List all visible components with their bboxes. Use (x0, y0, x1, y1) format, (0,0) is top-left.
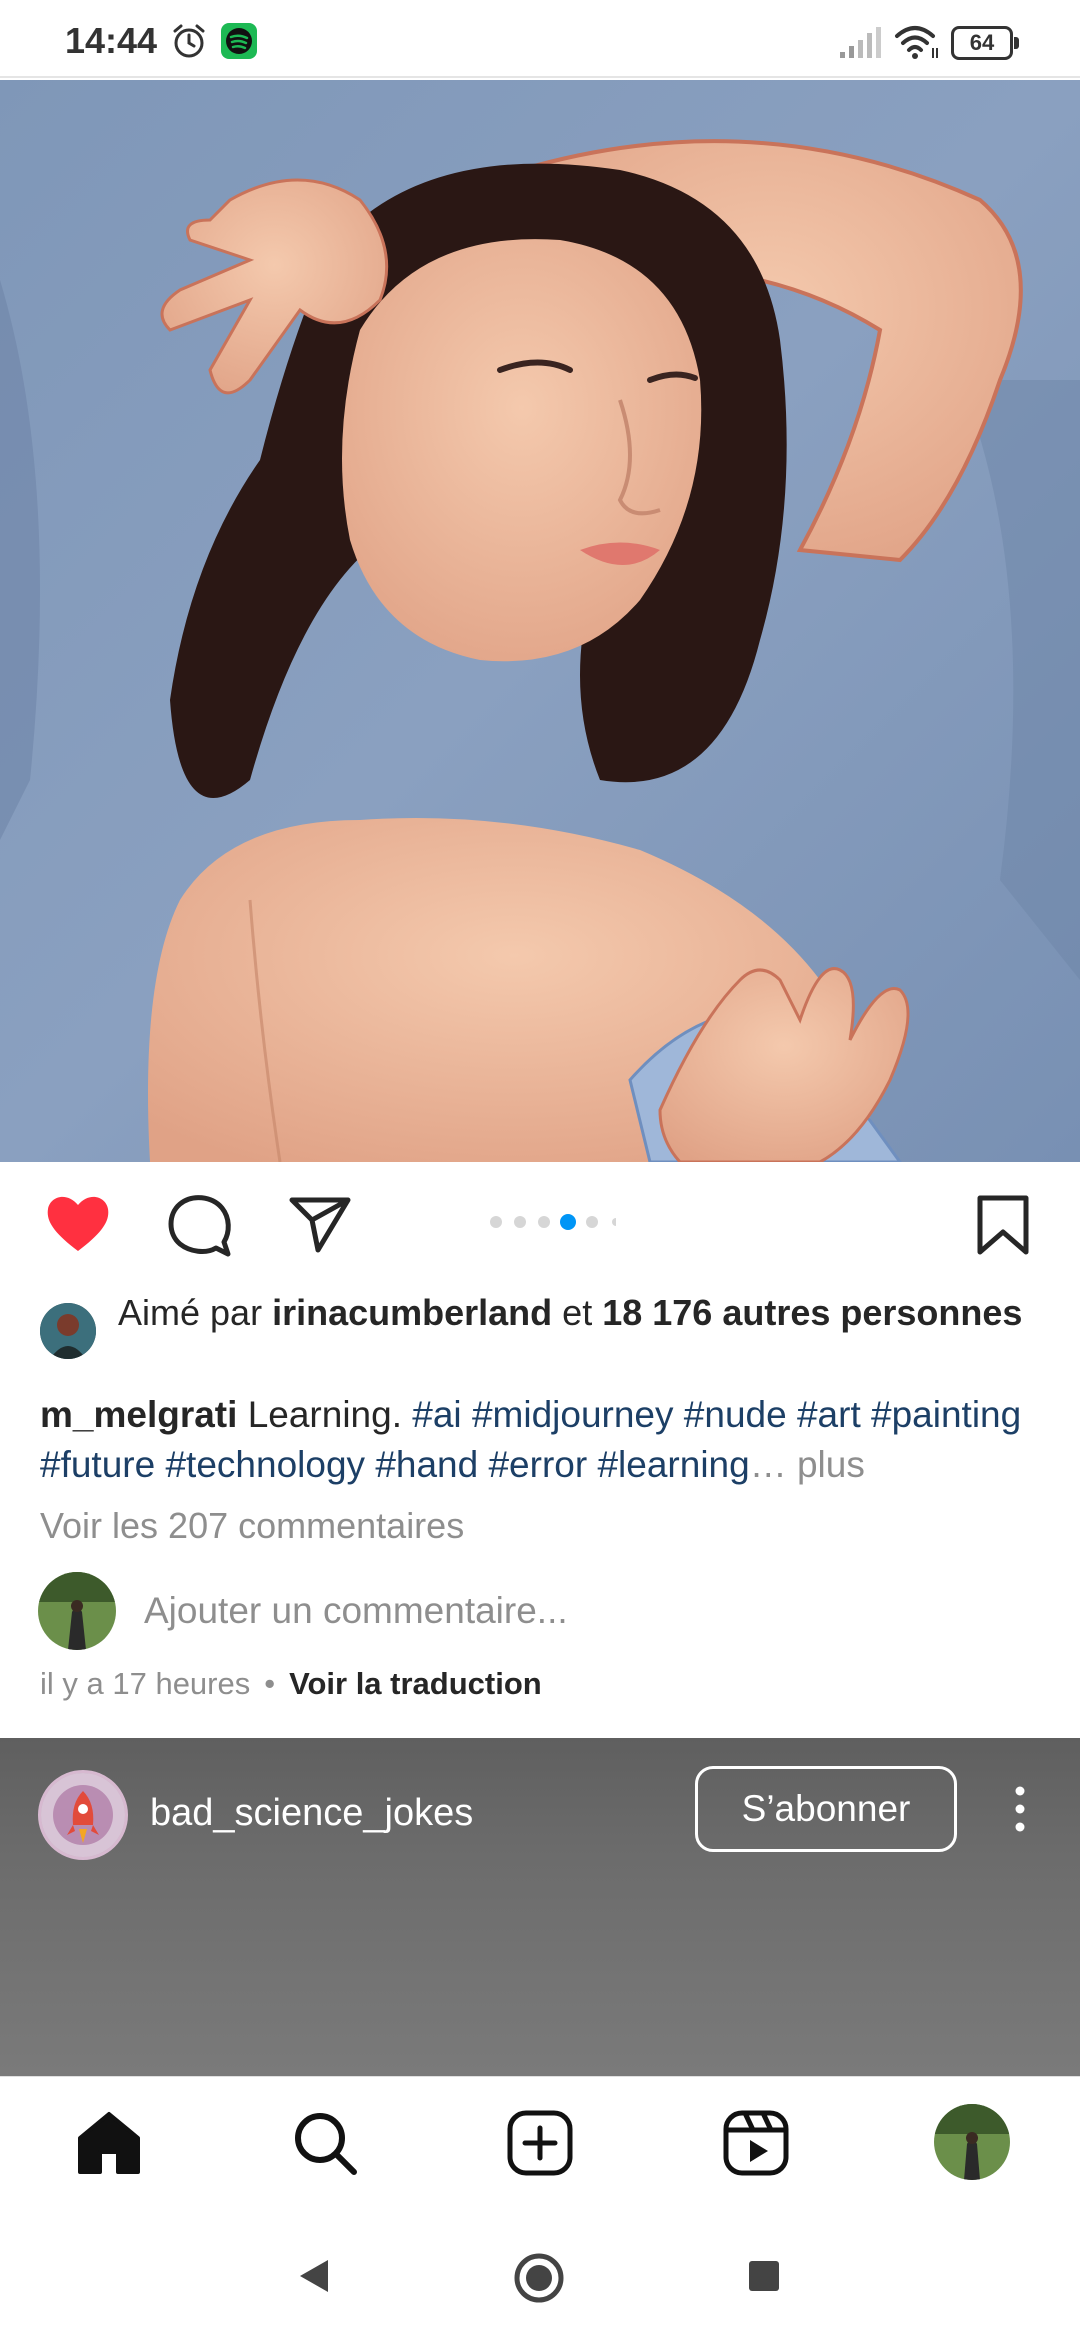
carousel-dot (490, 1216, 502, 1228)
alarm-icon (173, 24, 205, 58)
liker-avatar[interactable] (40, 1303, 96, 1359)
hashtag[interactable]: #technology (165, 1444, 365, 1485)
add-comment-input[interactable] (144, 1590, 944, 1632)
post-caption: m_melgrati Learning. #ai #midjourney #nu… (40, 1390, 1050, 1490)
hashtag[interactable]: #error (488, 1444, 587, 1485)
carousel-dot (538, 1216, 550, 1228)
carousel-dot-active (560, 1214, 576, 1230)
view-comments-link[interactable]: Voir les 207 commentaires (40, 1505, 464, 1547)
caption-ellipsis: … (749, 1444, 787, 1485)
post-timestamp: il y a 17 heures (40, 1666, 251, 1701)
carousel-dot (612, 1218, 616, 1226)
hashtag[interactable]: #nude (684, 1394, 787, 1435)
home-icon[interactable] (74, 2108, 144, 2178)
wifi-icon (895, 26, 938, 59)
post-image[interactable] (0, 80, 1080, 1162)
likes-prefix: Aimé par (118, 1292, 263, 1333)
hashtag[interactable]: #hand (375, 1444, 478, 1485)
liker-username[interactable]: irinacumberland (272, 1292, 552, 1333)
hashtag[interactable]: #future (40, 1444, 155, 1485)
next-post-username[interactable]: bad_science_jokes (150, 1792, 473, 1835)
post-meta-row: il y a 17 heures • Voir la traduction (40, 1666, 542, 1702)
home-circle-icon[interactable] (513, 2252, 565, 2304)
hashtag[interactable]: #painting (871, 1394, 1021, 1435)
likes-summary[interactable]: Aimé par irinacumberland et 18 176 autre… (118, 1290, 1038, 1336)
caption-text: Learning. (247, 1394, 402, 1435)
battery-level: 64 (969, 30, 995, 55)
next-post-avatar[interactable] (38, 1770, 128, 1860)
hashtag[interactable]: #learning (597, 1444, 749, 1485)
carousel-dot (514, 1216, 526, 1228)
share-send-icon[interactable] (288, 1194, 352, 1254)
create-post-icon[interactable] (505, 2108, 575, 2178)
profile-avatar[interactable] (934, 2104, 1010, 2180)
hashtag[interactable]: #ai (412, 1394, 461, 1435)
see-translation-link[interactable]: Voir la traduction (289, 1666, 542, 1701)
bookmark-icon[interactable] (976, 1194, 1030, 1256)
author-username[interactable]: m_melgrati (40, 1394, 237, 1435)
spotify-icon (221, 23, 257, 59)
likes-count[interactable]: 18 176 autres personnes (602, 1292, 1022, 1333)
back-icon[interactable] (296, 2256, 332, 2296)
like-heart-icon[interactable] (44, 1193, 112, 1255)
caption-more-link[interactable]: plus (797, 1444, 865, 1485)
status-time: 14:44 (65, 20, 158, 61)
divider (0, 76, 1080, 78)
hashtag[interactable]: #art (797, 1394, 861, 1435)
reels-icon[interactable] (721, 2108, 791, 2178)
comment-icon[interactable] (166, 1192, 232, 1258)
recents-icon[interactable] (746, 2258, 782, 2294)
likes-connector: et (562, 1292, 593, 1333)
battery-indicator: 64 (951, 26, 1021, 60)
current-user-avatar (38, 1572, 116, 1650)
carousel-dot (586, 1216, 598, 1228)
meta-separator: • (264, 1666, 276, 1701)
follow-button[interactable]: S’abonner (695, 1766, 957, 1852)
more-options-icon[interactable] (1005, 1783, 1035, 1835)
carousel-dots (490, 1214, 616, 1230)
signal-icon (840, 27, 881, 58)
hashtag[interactable]: #midjourney (472, 1394, 674, 1435)
search-icon[interactable] (290, 2108, 360, 2178)
